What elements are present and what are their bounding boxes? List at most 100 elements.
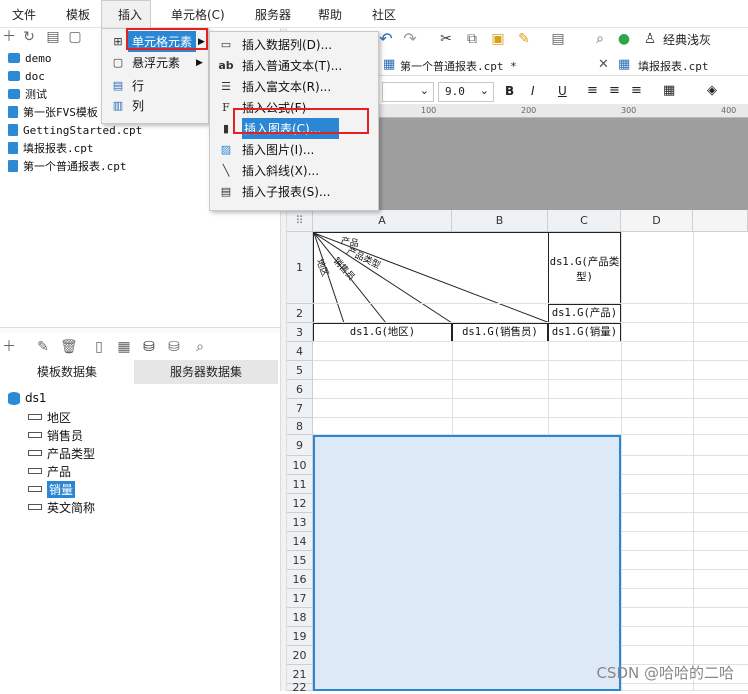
align-center-icon[interactable]: ≡ (609, 83, 620, 98)
file-tree-item[interactable]: doc (8, 67, 45, 85)
row-header[interactable]: 2 (287, 304, 313, 323)
style-icon[interactable]: ♙ (643, 32, 657, 46)
menu-item-insert-data-column[interactable]: ▭ 插入数据列(D)... (210, 34, 378, 55)
fill-color-icon[interactable]: ◈ (707, 83, 717, 98)
selected-range[interactable] (313, 435, 621, 691)
row-header[interactable]: 15 (287, 551, 313, 570)
format-painter-icon[interactable]: ✎ (517, 32, 531, 46)
menu-item-insert-rich-text[interactable]: ☰ 插入富文本(R)... (210, 76, 378, 97)
search-icon[interactable]: ⌕ (193, 340, 207, 354)
border-icon[interactable]: ▦ (663, 83, 675, 98)
file-tree-item[interactable]: demo (8, 49, 52, 67)
tab-template-dataset[interactable]: 模板数据集 (0, 360, 134, 384)
menu-template[interactable]: 模板 (66, 6, 90, 23)
server-db-icon[interactable]: ⛁ (167, 340, 181, 354)
menu-item-row[interactable]: ▤ 行 (102, 75, 208, 96)
row-header[interactable]: 13 (287, 513, 313, 532)
row-header[interactable]: 5 (287, 361, 313, 380)
menu-item-insert-image[interactable]: ▨ 插入图片(I)... (210, 139, 378, 160)
row-header[interactable]: 22 (287, 682, 313, 693)
align-right-icon[interactable]: ≡ (631, 83, 642, 98)
database-icon[interactable]: ⛁ (142, 340, 156, 354)
check-icon[interactable]: ● (617, 32, 631, 46)
cell-c3[interactable]: ds1.G(销量) (548, 323, 621, 342)
field-item[interactable]: 销售员 (28, 426, 83, 444)
field-item[interactable]: 地区 (28, 408, 71, 426)
tab-report2[interactable]: 填报报表.cpt (638, 58, 709, 74)
refresh-icon[interactable]: ↻ (22, 30, 36, 44)
column-header-e[interactable] (693, 210, 748, 232)
align-left-icon[interactable]: ≡ (587, 83, 598, 98)
font-select[interactable]: ⌄ (382, 82, 434, 102)
cut-icon[interactable]: ✂ (439, 32, 453, 46)
menu-item-insert-subreport[interactable]: ▤ 插入子报表(S)... (210, 181, 378, 202)
tab-server-dataset[interactable]: 服务器数据集 (134, 360, 278, 384)
row-header[interactable]: 11 (287, 475, 313, 494)
menu-community[interactable]: 社区 (372, 6, 396, 23)
field-item-selected[interactable]: 销量 (28, 480, 76, 498)
row-header[interactable]: 17 (287, 589, 313, 608)
field-item[interactable]: 英文简称 (28, 498, 95, 516)
preview-icon[interactable]: ⌕ (593, 32, 607, 46)
row-header[interactable]: 3 (287, 323, 313, 342)
style-label[interactable]: 经典浅灰 (663, 31, 711, 48)
copy-icon[interactable]: ⧉ (465, 32, 479, 46)
row-header[interactable]: 1 (287, 232, 313, 304)
font-size-select[interactable]: 9.0 ⌄ (438, 82, 494, 102)
row-header[interactable]: 20 (287, 646, 313, 665)
menu-help[interactable]: 帮助 (318, 6, 342, 23)
paste-icon[interactable]: ▣ (491, 32, 505, 46)
menu-file[interactable]: 文件 (12, 6, 36, 23)
params-icon[interactable]: ▦ (117, 340, 131, 354)
corner-cell[interactable]: ⠿ (287, 210, 313, 232)
bold-button[interactable]: B (505, 84, 514, 98)
row-header[interactable]: 8 (287, 418, 313, 435)
file-tree-item[interactable]: 填报报表.cpt (8, 139, 94, 157)
undo-icon[interactable]: ↶ (379, 31, 393, 47)
template-icon[interactable]: ▤ (551, 32, 565, 46)
menu-item-float-element[interactable]: ▢ 悬浮元素 ▶ (102, 52, 208, 73)
italic-button[interactable]: I (531, 84, 535, 98)
cell-c2[interactable]: ds1.G(产品) (548, 304, 621, 323)
redo-icon[interactable]: ↷ (403, 31, 417, 47)
row-header[interactable]: 6 (287, 380, 313, 399)
column-header-d[interactable]: D (621, 210, 693, 232)
cell-c1[interactable]: ds1.G(产品类型) (548, 232, 621, 304)
row-header[interactable]: 4 (287, 342, 313, 361)
dataset-node[interactable]: ds1 (8, 389, 47, 407)
add-dataset-icon[interactable]: ＋ (2, 340, 16, 354)
row-header[interactable]: 14 (287, 532, 313, 551)
edit-icon[interactable]: ✎ (36, 340, 50, 354)
menu-item-insert-text[interactable]: ab 插入普通文本(T)... (210, 55, 378, 76)
menu-insert[interactable]: 插入 (118, 6, 142, 23)
row-header[interactable]: 7 (287, 399, 313, 418)
file-tree-item[interactable]: 第一张FVS模板 (8, 103, 98, 121)
file-tree-item[interactable]: 测试 (8, 85, 47, 103)
row-header[interactable]: 19 (287, 627, 313, 646)
underline-button[interactable]: U (558, 84, 567, 98)
row-header[interactable]: 18 (287, 608, 313, 627)
column-header-b[interactable]: B (452, 210, 548, 232)
row-header[interactable]: 10 (287, 456, 313, 475)
add-icon[interactable]: ＋ (2, 30, 16, 44)
properties-icon[interactable]: ▢ (68, 30, 82, 44)
row-header[interactable]: 9 (287, 435, 313, 456)
preview-icon[interactable]: ▯ (92, 340, 106, 354)
row-header[interactable]: 12 (287, 494, 313, 513)
menu-item-insert-slash[interactable]: ╲ 插入斜线(X)... (210, 160, 378, 181)
cell-a3[interactable]: ds1.G(地区) (313, 323, 452, 342)
cell-b3[interactable]: ds1.G(销售员) (452, 323, 548, 342)
tab-report1[interactable]: 第一个普通报表.cpt * (400, 58, 517, 74)
column-header-c[interactable]: C (548, 210, 621, 232)
file-tree-item[interactable]: 第一个普通报表.cpt (8, 157, 127, 175)
open-icon[interactable]: ▤ (46, 30, 60, 44)
delete-icon[interactable]: 🗑 (60, 340, 78, 354)
panel-splitter[interactable] (0, 327, 287, 333)
close-icon[interactable]: ✕ (598, 57, 609, 72)
row-header[interactable]: 16 (287, 570, 313, 589)
menu-server[interactable]: 服务器 (255, 6, 291, 23)
field-item[interactable]: 产品 (28, 462, 71, 480)
column-header-a[interactable]: A (313, 210, 452, 232)
menu-cell[interactable]: 单元格(C) (171, 6, 225, 23)
field-item[interactable]: 产品类型 (28, 444, 95, 462)
